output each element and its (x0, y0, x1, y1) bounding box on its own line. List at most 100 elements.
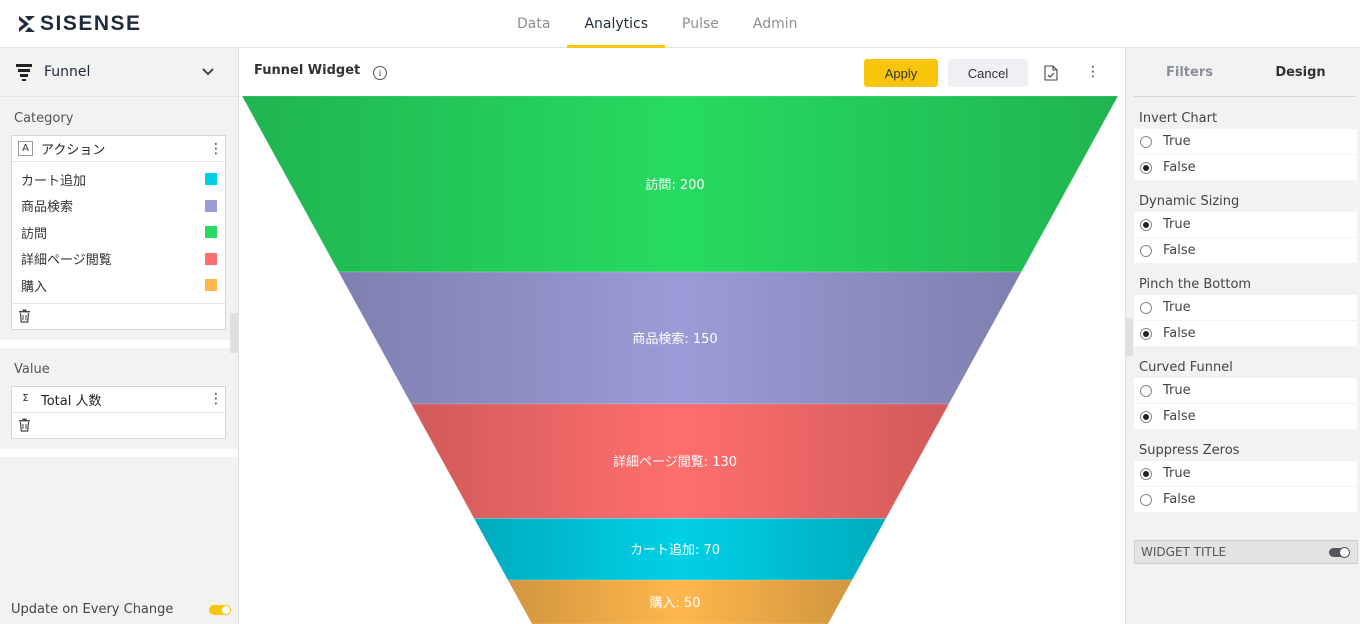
list-item[interactable]: 購入 (12, 272, 225, 299)
tab-filters[interactable]: Filters (1134, 48, 1245, 96)
right-panel-collapse-handle[interactable] (1125, 318, 1133, 356)
color-swatch[interactable] (205, 226, 217, 239)
funnel-segment-label: 訪問: 200 (645, 177, 704, 193)
radio-label: False (1163, 243, 1196, 258)
tab-data[interactable]: Data (500, 0, 567, 48)
radio-button[interactable] (1140, 410, 1152, 423)
list-item[interactable]: 詳細ページ閲覧 (12, 246, 225, 273)
tab-admin[interactable]: Admin (736, 0, 815, 48)
design-panel: Filters Design Invert Chart True False Dyna… (1125, 48, 1360, 624)
apply-button[interactable]: Apply (864, 59, 938, 87)
value-field-name: Total 人数 (41, 393, 102, 409)
category-items-list: カート追加 商品検索 訪問 詳細ページ閲覧 購入 (12, 162, 225, 304)
widget-title[interactable]: Funnel Widget (254, 63, 360, 78)
widget-header: Funnel Widget i Apply Cancel ⋮ (240, 48, 1124, 96)
funnel-segment-label: 購入: 50 (649, 596, 700, 611)
radio-label: False (1163, 326, 1196, 341)
option-group: Suppress Zeros True False (1126, 433, 1360, 512)
radio-button[interactable] (1140, 467, 1152, 480)
category-item-label: 詳細ページ閲覧 (21, 253, 112, 269)
chevron-down-icon (202, 68, 214, 76)
radio-option[interactable]: True (1134, 295, 1357, 320)
radio-button[interactable] (1140, 161, 1152, 174)
color-swatch[interactable] (205, 252, 217, 265)
radio-label: False (1163, 492, 1196, 507)
radio-option[interactable]: True (1134, 461, 1357, 486)
radio-button[interactable] (1140, 493, 1152, 506)
option-group: Pinch the Bottom True False (1126, 267, 1360, 346)
funnel-chart: 訪問: 200 商品検索: 150 詳細ページ閲覧: 130 カート追加: 70 購入:… (241, 96, 1119, 624)
radio-button[interactable] (1140, 301, 1152, 314)
radio-label: True (1163, 383, 1191, 398)
option-title: Curved Funnel (1139, 360, 1233, 375)
radio-button[interactable] (1140, 218, 1152, 231)
more-options-icon[interactable]: ⋮ (209, 141, 223, 157)
radio-button[interactable] (1140, 135, 1152, 148)
design-options: Invert Chart True False Dynamic Sizing True F… (1126, 101, 1360, 512)
option-group: Curved Funnel True False (1126, 350, 1360, 429)
trash-icon[interactable] (18, 309, 31, 323)
list-item[interactable]: カート追加 (12, 166, 225, 193)
widget-title-toggle[interactable] (1329, 546, 1350, 558)
radio-label: False (1163, 409, 1196, 424)
radio-button[interactable] (1140, 384, 1152, 397)
info-icon[interactable]: i (373, 66, 387, 80)
category-item-label: 購入 (21, 279, 48, 295)
radio-option[interactable]: True (1134, 212, 1357, 237)
left-panel-collapse-handle[interactable] (230, 313, 239, 353)
section-divider (0, 339, 238, 348)
sum-type-icon: Σ (22, 392, 29, 404)
category-panel: A アクション ⋮ カート追加 商品検索 訪問 詳細ページ閲覧 購入 (11, 135, 226, 330)
trash-icon[interactable] (18, 418, 31, 432)
color-swatch[interactable] (205, 279, 217, 292)
list-item[interactable]: 商品検索 (12, 193, 225, 220)
main-tabs: Data Analytics Pulse Admin (500, 0, 815, 48)
sisense-logo[interactable]: SISENSE (18, 12, 142, 35)
funnel-icon (16, 64, 32, 81)
tab-design[interactable]: Design (1245, 48, 1356, 96)
category-field[interactable]: A アクション ⋮ (12, 136, 225, 162)
list-item[interactable]: 訪問 (12, 219, 225, 246)
radio-button[interactable] (1140, 327, 1152, 340)
option-group: Dynamic Sizing True False (1126, 184, 1360, 263)
radio-option[interactable]: False (1134, 238, 1357, 263)
category-field-name: アクション (41, 143, 106, 158)
option-title: Suppress Zeros (1139, 443, 1240, 458)
radio-label: True (1163, 300, 1191, 315)
radio-option[interactable]: False (1134, 487, 1357, 512)
option-group: Invert Chart True False (1126, 101, 1360, 180)
more-options-icon[interactable]: ⋮ (209, 391, 223, 407)
widget-type-name: Funnel (44, 64, 91, 80)
color-swatch[interactable] (205, 199, 217, 212)
category-item-label: 商品検索 (21, 200, 74, 216)
widget-data-panel: Funnel Category A アクション ⋮ カート追加 商品検索 訪問 (0, 48, 239, 624)
brand-name: SISENSE (40, 12, 142, 35)
option-title: Invert Chart (1139, 111, 1218, 126)
radio-option[interactable]: False (1134, 404, 1357, 429)
update-toggle[interactable] (209, 604, 231, 615)
option-title: Dynamic Sizing (1139, 194, 1240, 209)
more-options-icon[interactable]: ⋮ (1086, 64, 1100, 80)
funnel-segment-label: 詳細ページ閲覧: 130 (613, 454, 737, 470)
widget-type-selector[interactable]: Funnel (0, 48, 238, 97)
tab-analytics[interactable]: Analytics (567, 0, 666, 48)
radio-button[interactable] (1140, 244, 1152, 257)
cancel-button[interactable]: Cancel (948, 59, 1028, 87)
radio-option[interactable]: False (1134, 155, 1357, 180)
radio-label: False (1163, 160, 1196, 175)
color-swatch[interactable] (205, 173, 217, 186)
funnel-segment-label: 商品検索: 150 (632, 332, 717, 347)
category-section-label: Category (14, 111, 74, 126)
text-type-icon: A (18, 141, 33, 156)
value-panel: Σ Total 人数 ⋮ (11, 385, 226, 439)
value-footer (12, 413, 225, 438)
radio-option[interactable]: True (1134, 378, 1357, 403)
value-field[interactable]: Σ Total 人数 ⋮ (12, 387, 225, 413)
tab-pulse[interactable]: Pulse (665, 0, 736, 48)
top-navigation-bar: SISENSE Data Analytics Pulse Admin (0, 0, 1360, 48)
radio-option[interactable]: True (1134, 129, 1357, 154)
document-check-icon[interactable] (1044, 65, 1058, 81)
update-label: Update on Every Change (11, 602, 174, 617)
category-footer (12, 304, 225, 329)
radio-option[interactable]: False (1134, 321, 1357, 346)
